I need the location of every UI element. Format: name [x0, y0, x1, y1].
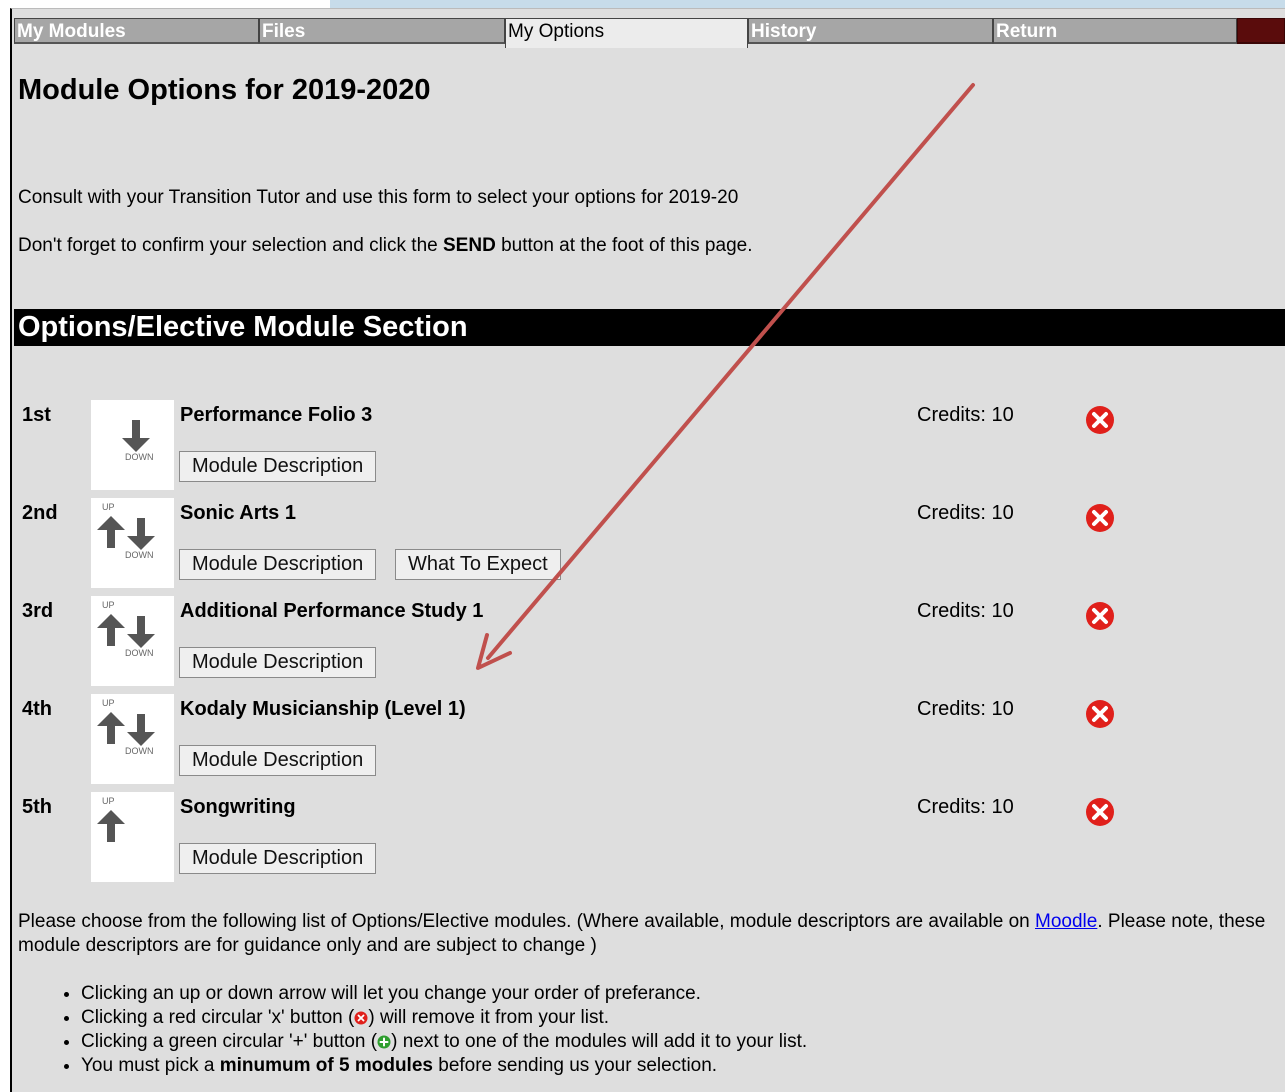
page-title: Module Options for 2019-2020 [18, 74, 431, 106]
module-credits: Credits: 10 [917, 502, 1014, 524]
up-arrow-icon[interactable] [96, 804, 126, 848]
down-label: DOWN [125, 452, 154, 462]
module-credits: Credits: 10 [917, 600, 1014, 622]
up-arrow-icon[interactable] [96, 608, 126, 652]
module-credits: Credits: 10 [917, 796, 1014, 818]
intro-text: Don't forget to confirm your selection a… [18, 235, 443, 256]
intro-line-2: Don't forget to confirm your selection a… [18, 235, 752, 257]
down-label: DOWN [125, 550, 154, 560]
help-list: Clicking an up or down arrow will let yo… [60, 982, 807, 1078]
remove-icon[interactable] [1085, 503, 1115, 533]
help-text: Clicking a green circular '+' button ( [81, 1031, 378, 1052]
top-strip [330, 0, 1285, 8]
help-text: before sending us your selection. [432, 1055, 718, 1076]
module-description-button[interactable]: Module Description [179, 647, 377, 678]
order-arrows: UP DOWN [91, 498, 174, 588]
module-title: Sonic Arts 1 [180, 502, 296, 524]
help-text: ) next to one of the modules will add it… [391, 1031, 808, 1052]
remove-icon[interactable] [1085, 601, 1115, 631]
intro-text-end: button at the foot of this page. [495, 235, 753, 256]
module-rank: 1st [22, 404, 51, 426]
order-arrows: DOWN [91, 400, 174, 490]
down-label: DOWN [125, 746, 154, 756]
module-description-button[interactable]: Module Description [179, 451, 377, 482]
remove-icon [354, 1011, 368, 1025]
remove-icon[interactable] [1085, 405, 1115, 435]
module-row: 4th UP DOWN Kodaly Musicianship (Level 1… [14, 694, 1285, 790]
module-row: 3rd UP DOWN Additional Performance Study… [14, 596, 1285, 692]
tab-extra[interactable] [1237, 18, 1285, 44]
module-rank: 2nd [22, 502, 58, 524]
tab-bar: My Modules Files My Options History Retu… [14, 18, 1285, 48]
send-keyword: SEND [443, 235, 496, 256]
up-arrow-icon[interactable] [96, 706, 126, 750]
choose-text: Please choose from the following list of… [18, 911, 1036, 932]
module-description-button[interactable]: Module Description [179, 549, 377, 580]
module-rank: 3rd [22, 600, 54, 622]
list-item: Clicking a red circular 'x' button ( ) wi… [81, 1006, 807, 1030]
section-header: Options/Elective Module Section [14, 309, 1285, 346]
module-title: Additional Performance Study 1 [180, 600, 484, 622]
module-title: Performance Folio 3 [180, 404, 373, 426]
order-arrows: UP DOWN [91, 596, 174, 686]
module-row: 1st DOWN Performance Folio 3 Module Desc… [14, 400, 1285, 496]
list-item: Clicking a green circular '+' button ( ) … [81, 1030, 807, 1054]
remove-icon[interactable] [1085, 699, 1115, 729]
module-title: Songwriting [180, 796, 296, 818]
tab-return[interactable]: Return [993, 18, 1237, 44]
module-credits: Credits: 10 [917, 404, 1014, 426]
help-text: Clicking an up or down arrow will let yo… [81, 983, 701, 1004]
module-title: Kodaly Musicianship (Level 1) [180, 698, 466, 720]
module-row: 5th UP Songwriting Module Description Cr… [14, 792, 1285, 888]
down-label: DOWN [125, 648, 154, 658]
list-item: You must pick a minumum of 5 modules bef… [81, 1054, 807, 1078]
remove-icon[interactable] [1085, 797, 1115, 827]
help-text: Clicking a red circular 'x' button ( [81, 1007, 355, 1028]
order-arrows: UP DOWN [91, 694, 174, 784]
module-rank: 5th [22, 796, 52, 818]
order-arrows: UP [91, 792, 174, 882]
tab-history[interactable]: History [748, 18, 993, 44]
choose-instructions: Please choose from the following list of… [18, 910, 1268, 958]
module-description-button[interactable]: Module Description [179, 745, 377, 776]
tab-files[interactable]: Files [259, 18, 505, 44]
what-to-expect-button[interactable]: What To Expect [395, 549, 561, 580]
help-text: ) will remove it from your list. [368, 1007, 610, 1028]
module-description-button[interactable]: Module Description [179, 843, 377, 874]
module-credits: Credits: 10 [917, 698, 1014, 720]
list-item: Clicking an up or down arrow will let yo… [81, 982, 807, 1006]
tab-my-options[interactable]: My Options [505, 18, 748, 48]
up-arrow-icon[interactable] [96, 510, 126, 554]
minimum-emphasis: minumum of 5 modules [219, 1055, 433, 1076]
tab-my-modules[interactable]: My Modules [14, 18, 259, 44]
module-row: 2nd UP DOWN Sonic Arts 1 Module Descript… [14, 498, 1285, 594]
add-icon [377, 1035, 391, 1049]
moodle-link[interactable]: Moodle [1035, 911, 1097, 932]
module-rank: 4th [22, 698, 52, 720]
help-text: You must pick a [81, 1055, 220, 1076]
intro-line-1: Consult with your Transition Tutor and u… [18, 187, 739, 208]
